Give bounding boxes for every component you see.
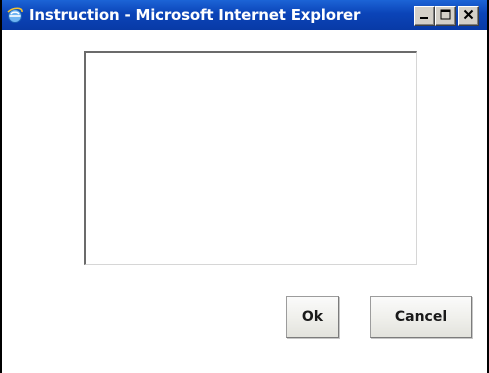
browser-dialog-window: Instruction - Microsoft Internet Explore… [0,0,489,373]
maximize-button[interactable] [435,6,456,26]
instruction-textarea-frame [84,51,417,265]
minimize-button[interactable] [414,6,435,26]
minimize-icon [419,7,430,25]
cancel-button[interactable]: Cancel [370,296,472,338]
window-title: Instruction - Microsoft Internet Explore… [29,6,361,24]
ok-button[interactable]: Ok [286,296,339,338]
close-button[interactable] [458,6,479,26]
title-bar[interactable]: Instruction - Microsoft Internet Explore… [2,0,487,30]
maximize-icon [440,7,451,25]
instruction-textarea[interactable] [86,53,416,264]
close-icon [463,7,474,25]
ie-icon [6,6,24,24]
